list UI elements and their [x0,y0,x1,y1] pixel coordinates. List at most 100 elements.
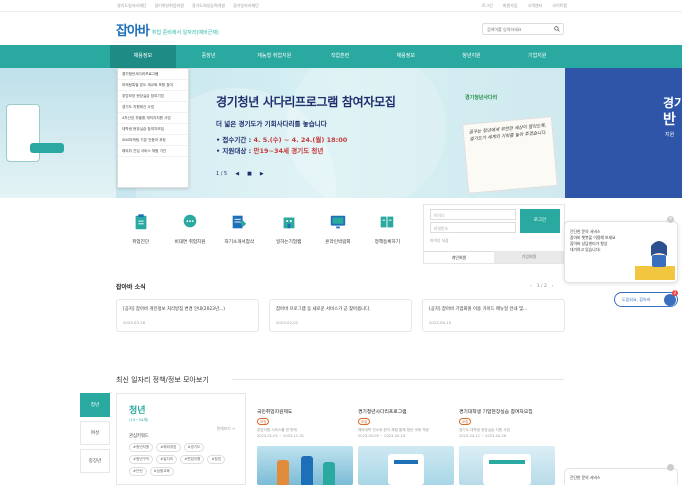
keyword-tag[interactable]: #청년구직 [129,455,154,464]
site-logo[interactable]: 잡아바 취업 준비에서 일자리(예비군제) [116,20,219,39]
policy-date: 2023-01-01 ~ 2023-12-31 [257,434,305,438]
quick-resume-review[interactable]: 자기소개서첨삭 [215,205,264,265]
policy-card[interactable]: 국민취업지원제도 모집 취업지원 서비스를 한 번에 2023-01-01 ~ … [257,393,357,485]
banner-date: • 접수기간 : 4. 5.(수) ~ 4. 24.(월) 18:00 [216,134,347,144]
world-map-decoration [286,68,446,198]
tab-middle-aged[interactable]: 중장년 [80,449,110,473]
prev-news-button[interactable]: ‹ [530,284,532,289]
news-card[interactable]: 잡아바 프로그램 등 새로운 서비스가 곧 찾아옵니다. 2023-02-02 [269,299,412,332]
tab-women[interactable]: 여성 [80,421,110,445]
keyword-tag[interactable]: #창업 [207,455,226,464]
next-slide-title: 반 [663,112,676,128]
next-slide-preview[interactable]: 경기 반 지원 [565,68,682,198]
nav-item-talent[interactable]: 재능형 취업지원 [241,45,307,68]
policy-card[interactable]: 경기대학생 기업현장실습 참여자모집 모집 경기도 대학생 현장실습 지원 사업… [459,393,559,485]
news-pager: ‹ 1 / 2 › [530,284,554,289]
policy-date: 2023-04-05 ~ 2023-04-24 [358,434,406,438]
keyword-tag[interactable]: #청년지원 [129,443,154,452]
policy-card[interactable]: 경기청년사다리프로그램 모집 해외대학 연수와 현지 체험 통해 청년 국제 역… [358,393,458,485]
dropdown-item[interactable]: 4차산업 부울환 재직자지원 사업 [118,113,188,124]
keyword-tag[interactable]: #인턴 [129,467,147,476]
nav-item-jobs[interactable]: 채용정보 [110,45,176,68]
date-value: 4. 5.(수) ~ 4. 24.(월) 18:00 [253,136,348,144]
slogan-accent: 일자리(예비군제) [182,30,219,36]
header: 잡아바 취업 준비에서 일자리(예비군제) [0,12,682,45]
keyword-tag[interactable]: #면접지원 [180,455,205,464]
tab-company[interactable]: 기업회원 [494,251,564,263]
news-date: 2023-02-02 [276,320,299,325]
search-icon[interactable] [554,26,560,32]
view-more-link[interactable]: 관계보기 → [217,426,235,432]
close-icon[interactable]: × [667,216,674,223]
family-link[interactable]: 경기여성취업지원 [154,3,183,9]
tab-personal[interactable]: 개인회원 [424,251,494,263]
password-field[interactable]: 비밀번호 [430,222,516,233]
slogan-prefix: 취업 준비에서 [151,30,183,36]
news-title: [공지] 잡아바 기업회원 이용 가이드 매뉴얼 안내 및... [429,307,528,312]
family-link[interactable]: 경기일자리재단 [233,3,259,9]
signup-link[interactable]: 회원가입 [503,3,518,9]
quick-remote-support[interactable]: 비대면 취업지원 [165,205,214,265]
customer-center-link[interactable]: 고객센터 [528,3,543,9]
policy-heading: 최신 일자리 정책/정보 모아보기 [116,376,209,384]
login-link[interactable]: 로그인 [482,3,493,9]
notification-badge: 2 [672,290,678,296]
keyword-tag[interactable]: #해외취업 [156,443,181,452]
nav-item-company[interactable]: 기업지원 [504,45,570,68]
id-field[interactable]: 아이디 [430,209,516,220]
quick-policy-register[interactable]: 정책등록하기 [363,205,412,265]
person-illustration [301,456,313,485]
logo-text: 잡아바 [116,24,150,39]
policy-thumbnail [459,446,555,485]
dropdown-item[interactable]: 취업보장 현장실습 참여기업 [118,91,188,102]
next-slide-button[interactable]: ▶ [260,171,264,177]
family-link[interactable]: 경기도일자리재단 [117,3,146,9]
keyword-tag[interactable]: #금융교육 [149,467,174,476]
person-illustration [323,462,335,485]
youth-title: 청년 [129,406,146,416]
next-news-button[interactable]: › [552,284,554,289]
dropdown-item[interactable]: SNS마케팅 기본 인증과 과정 [118,135,188,146]
dropdown-item[interactable]: 대학생 현장실습 참여자모집 [118,124,188,135]
prev-slide-preview[interactable] [0,68,116,198]
prev-slide-button[interactable]: ◀ [235,171,239,177]
nav-item-middle-aged[interactable]: 중장년 [176,45,242,68]
next-slide-text: 지원 [665,132,675,138]
sitemap-link[interactable]: 사이트맵 [552,3,567,9]
keyword-tag[interactable]: #경기도 [183,443,205,452]
person-illustration [277,460,289,485]
pause-button[interactable]: ■ [247,171,252,177]
quick-label: 온라인박람회 [325,240,351,245]
policy-summary: 취업지원 서비스를 한 번에 [257,428,297,432]
search-input[interactable] [483,24,549,34]
keyword-tag[interactable]: #일자리 [156,455,178,464]
phone-button-illustration [30,143,64,153]
save-id-checkbox[interactable]: 아이디 저장 [430,238,449,244]
news-title: 잡아바 프로그램 등 새로운 서비스가 곧 찾아옵니다. [276,307,371,312]
nav-item-youth[interactable]: 청년지원 [439,45,505,68]
tab-youth[interactable]: 청년 [80,393,110,417]
status-badge: 모집 [358,418,371,425]
banner-subtitle: 더 넓은 경기도가 기회사다리를 놓습니다 [216,120,327,128]
quick-online-fair[interactable]: 온라인박람회 [313,205,362,265]
dropdown-item[interactable]: 마케팅특별 본도 재교육 포함 참여 [118,80,188,91]
family-link[interactable]: 경기도여성능력개발 [192,3,225,9]
news-counter: 1 / 2 [536,284,547,289]
dropdown-item[interactable]: 경기청년사다리프로그램 [118,69,188,80]
login-button[interactable]: 로그인 [520,209,560,233]
dropdown-item[interactable]: 해외취 진입 서비스 체험 기관 [118,146,188,157]
chatbot-button[interactable]: 도움되요, 잡아바 2 [614,290,678,307]
slide-pager: 1 / 5 ◀ ■ ▶ [216,171,264,177]
nav-item-recruit[interactable]: 채용정보 [373,45,439,68]
utility-bar: 경기도일자리재단 경기여성취업지원 경기도여성능력개발 경기일자리재단 로그인 … [0,0,682,12]
nav-item-training[interactable]: 직업훈련 [307,45,373,68]
quick-company-cam[interactable]: 일하는기업캠 [264,205,313,265]
news-card[interactable]: [공지] 잡아바 개인정보 처리방침 변경 안내(2023년...) 2023-… [116,299,259,332]
dropdown-item[interactable]: 경기도 지원혁신 사업 [118,102,188,113]
phone-illustration [6,104,40,162]
search-box [482,23,564,35]
quick-diagnosis[interactable]: 취업진단 [116,205,165,265]
news-card[interactable]: [공지] 잡아바 기업회원 이용 가이드 매뉴얼 안내 및... 2023-09… [422,299,565,332]
login-box: 아이디 비밀번호 로그인 아이디 저장 개인회원 기업회원 [423,204,565,264]
close-icon[interactable] [667,464,674,471]
